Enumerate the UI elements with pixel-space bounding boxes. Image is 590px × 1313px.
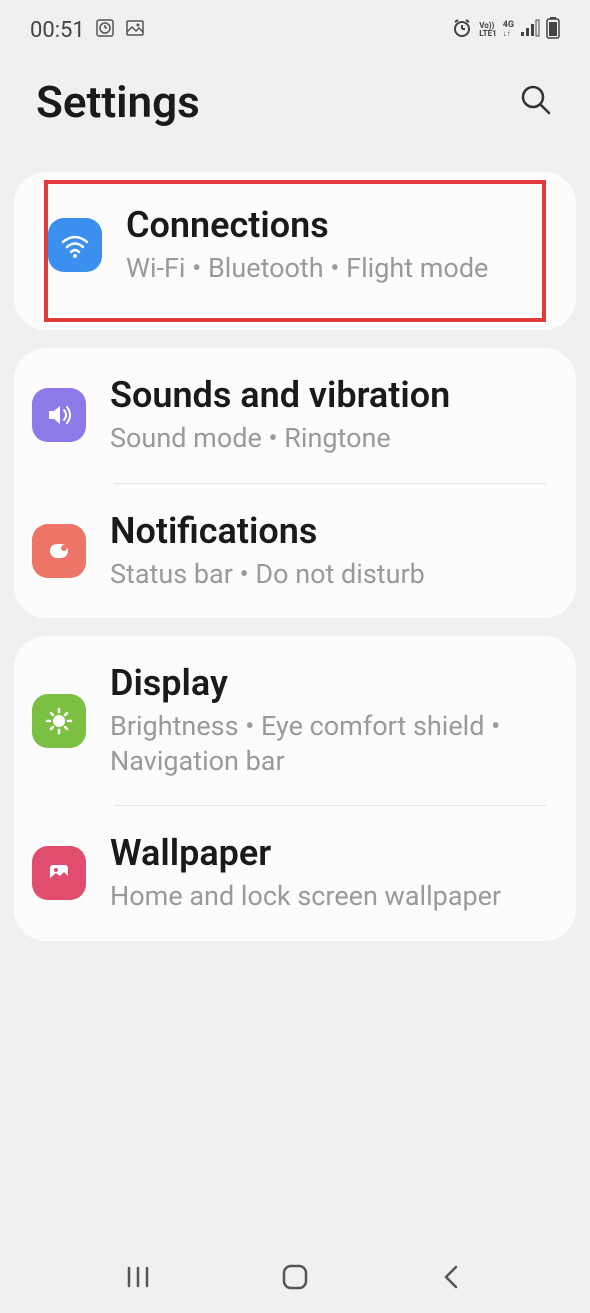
item-text: Wallpaper Home and lock screen wallpaper <box>110 832 546 914</box>
wifi-icon <box>48 218 102 272</box>
recents-button[interactable] <box>124 1263 152 1295</box>
page-title: Settings <box>36 76 200 128</box>
status-right: Vo))LTE1 4G↓↑ <box>451 17 560 43</box>
back-button[interactable] <box>438 1263 466 1295</box>
item-text: Display Brightness • Eye comfort shield … <box>110 662 546 779</box>
settings-item-display[interactable]: Display Brightness • Eye comfort shield … <box>14 636 576 805</box>
item-text: Notifications Status bar • Do not distur… <box>110 510 546 592</box>
settings-item-wallpaper[interactable]: Wallpaper Home and lock screen wallpaper <box>14 806 576 940</box>
alarm-icon <box>451 17 473 43</box>
notifications-icon <box>32 524 86 578</box>
home-button[interactable] <box>280 1262 310 1296</box>
search-button[interactable] <box>518 82 554 122</box>
item-subtitle: Brightness • Eye comfort shield • Naviga… <box>110 709 546 779</box>
battery-icon <box>546 17 560 43</box>
settings-item-sounds[interactable]: Sounds and vibration Sound mode • Ringto… <box>14 348 576 482</box>
clock-app-icon <box>95 18 115 42</box>
item-subtitle: Home and lock screen wallpaper <box>110 879 546 914</box>
item-title: Display <box>110 662 546 705</box>
settings-item-connections[interactable]: Connections Wi-Fi • Bluetooth • Flight m… <box>48 204 542 286</box>
item-title: Sounds and vibration <box>110 374 546 417</box>
brightness-icon <box>32 694 86 748</box>
status-left: 00:51 <box>30 18 145 43</box>
network-4g-icon: 4G↓↑ <box>503 21 514 39</box>
highlight-box: Connections Wi-Fi • Bluetooth • Flight m… <box>44 180 546 322</box>
picture-icon <box>125 18 145 42</box>
settings-group: Display Brightness • Eye comfort shield … <box>14 636 576 941</box>
item-title: Notifications <box>110 510 546 553</box>
settings-group: Sounds and vibration Sound mode • Ringto… <box>14 348 576 618</box>
item-text: Sounds and vibration Sound mode • Ringto… <box>110 374 546 456</box>
item-subtitle: Sound mode • Ringtone <box>110 421 546 456</box>
speaker-icon <box>32 388 86 442</box>
wallpaper-icon <box>32 846 86 900</box>
navigation-bar <box>0 1245 590 1313</box>
settings-item-notifications[interactable]: Notifications Status bar • Do not distur… <box>14 484 576 618</box>
volte-icon: Vo))LTE1 <box>479 22 497 38</box>
settings-group: Connections Wi-Fi • Bluetooth • Flight m… <box>14 172 576 330</box>
item-subtitle: Status bar • Do not disturb <box>110 557 546 592</box>
header: Settings <box>0 56 590 158</box>
status-bar: 00:51 Vo))LTE1 4G↓↑ <box>0 0 590 56</box>
item-text: Connections Wi-Fi • Bluetooth • Flight m… <box>126 204 542 286</box>
status-time: 00:51 <box>30 18 85 43</box>
item-subtitle: Wi-Fi • Bluetooth • Flight mode <box>126 251 542 286</box>
item-title: Connections <box>126 204 542 247</box>
item-title: Wallpaper <box>110 832 546 875</box>
signal-icon <box>520 19 540 41</box>
